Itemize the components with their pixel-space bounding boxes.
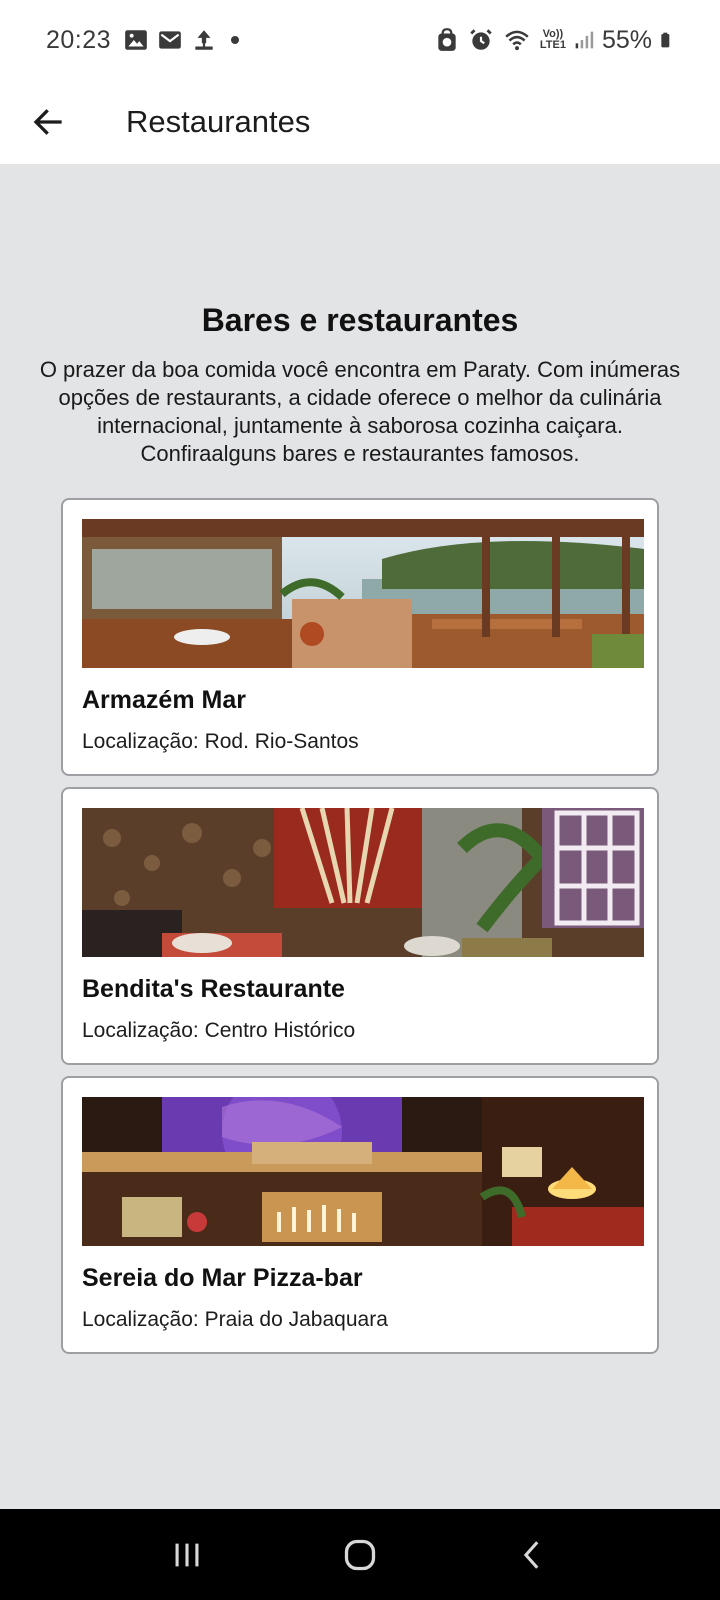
restaurant-name: Armazém Mar: [82, 686, 246, 714]
arrow-left-icon: [33, 109, 62, 135]
restaurant-name: Bendita's Restaurante: [82, 975, 345, 1003]
restaurant-card[interactable]: Bendita's Restaurante Localização: Centr…: [61, 787, 659, 1065]
back-icon: [524, 1540, 539, 1569]
restaurant-card[interactable]: Armazém Mar Localização: Rod. Rio-Santos: [61, 498, 659, 776]
recent-apps-icon: [175, 1543, 199, 1566]
status-left: 20:23: [46, 25, 240, 55]
volte-icon: Vo)) LTE1: [540, 29, 566, 51]
restaurant-image: [82, 519, 644, 668]
restaurant-location: Localização: Rod. Rio-Santos: [82, 730, 359, 753]
volte-bottom: LTE1: [539, 39, 566, 51]
restaurant-location: Localização: Centro Histórico: [82, 1019, 356, 1042]
wifi-icon: [505, 30, 529, 51]
home-icon: [344, 1539, 376, 1570]
restaurant-card[interactable]: Sereia do Mar Pizza-bar Localização: Pra…: [61, 1076, 659, 1354]
restaurant-location: Localização: Praia do Jabaquara: [82, 1308, 388, 1331]
download-icon: [195, 30, 213, 50]
home-button[interactable]: [320, 1525, 400, 1585]
back-button[interactable]: [20, 94, 76, 150]
notification-dot: [231, 36, 240, 44]
section-description: O prazer da boa comida você encontra em …: [39, 357, 681, 466]
system-back-button[interactable]: [493, 1525, 573, 1585]
recent-apps-button[interactable]: [147, 1525, 227, 1585]
app-bar: Restaurantes: [0, 80, 720, 164]
status-bar: 20:23 Vo)) LTE1 55%: [0, 0, 720, 80]
image-icon: [125, 30, 147, 50]
bag-icon: [438, 28, 456, 51]
restaurant-image: [82, 808, 644, 957]
restaurant-name: Sereia do Mar Pizza-bar: [82, 1264, 363, 1292]
system-nav-bar: [0, 1509, 720, 1600]
signal-icon: [575, 31, 594, 49]
section-title: Bares e restaurantes: [201, 302, 519, 338]
mail-icon: [159, 31, 181, 49]
battery-icon: [661, 32, 670, 48]
status-right: Vo)) LTE1 55%: [434, 26, 676, 55]
page-title: Restaurantes: [126, 104, 311, 139]
status-time: 20:23: [46, 25, 112, 54]
alarm-icon: [470, 29, 492, 50]
battery-percent: 55%: [601, 25, 652, 54]
restaurant-image: [82, 1097, 644, 1246]
main-content: Bares e restaurantes O prazer da boa com…: [0, 164, 720, 1509]
